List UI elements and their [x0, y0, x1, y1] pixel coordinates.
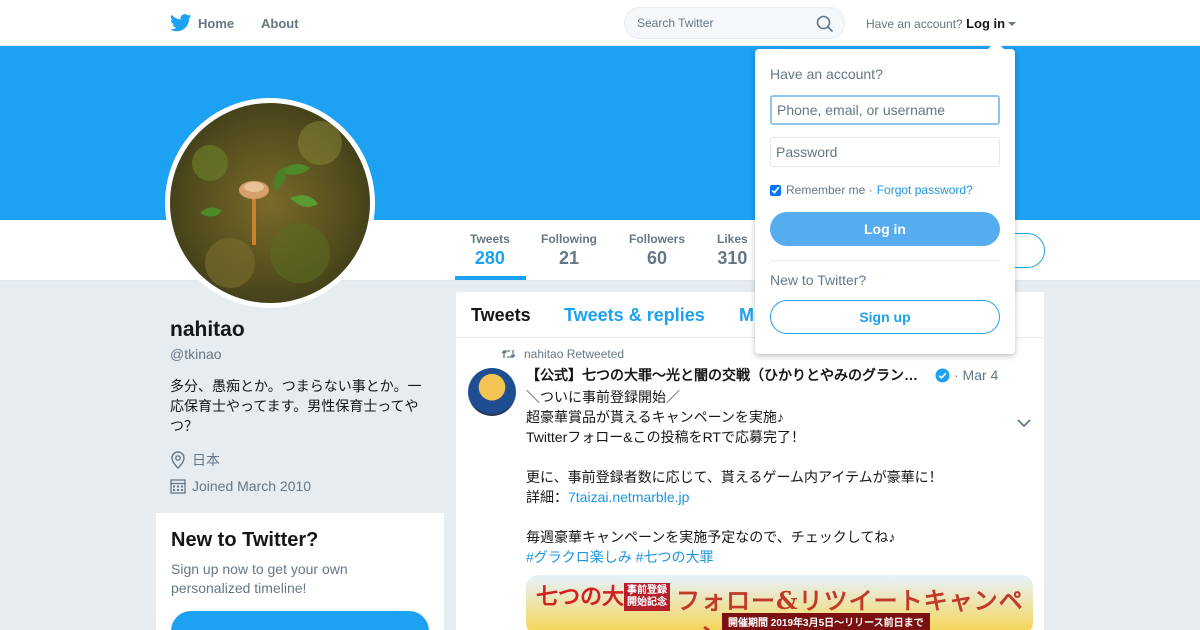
tab-media[interactable]: M — [739, 305, 754, 326]
tweet-author-name[interactable]: 【公式】七つの大罪～光と闇の交戦（ひかりとやみのグランドクロス）～ — [526, 365, 931, 385]
password-field[interactable] — [770, 137, 1000, 167]
tweet-line: ＼ついに事前登録開始／ — [526, 389, 680, 405]
tweet-date[interactable]: · Mar 4 — [954, 367, 998, 383]
profile-name[interactable]: nahitao — [170, 318, 245, 342]
tweet-author-avatar[interactable] — [468, 368, 516, 416]
top-navigation: Home About Search Twitter Have an accoun… — [0, 0, 1200, 46]
search-input[interactable]: Search Twitter — [624, 7, 845, 39]
caret-down-icon — [1008, 22, 1017, 26]
active-stat-underline — [455, 276, 526, 280]
new-card-subtitle: Sign up now to get your own personalized… — [171, 561, 348, 596]
joined-text: Joined March 2010 — [192, 478, 312, 494]
tweet-text: ＼ついに事前登録開始／ 超豪華賞品が貰えるキャンペーンを実施♪ Twitterフ… — [526, 387, 1026, 567]
location-text: 日本 — [192, 452, 220, 468]
tweet-link[interactable]: 7taizai.netmarble.jp — [568, 489, 689, 505]
sidebar-signup-button[interactable] — [171, 611, 429, 630]
profile-location: 日本 — [170, 450, 220, 470]
tweet-line: 超豪華賞品が貰えるキャンペーンを実施♪ — [526, 409, 784, 425]
tweet-detail-prefix: 詳細： — [526, 489, 568, 505]
twitter-bird-icon — [170, 14, 192, 32]
tweet-line: 毎週豪華キャンペーンを実施予定なので、チェックしてね♪ — [526, 529, 896, 545]
stat-value: 60 — [646, 248, 668, 268]
search-placeholder: Search Twitter — [637, 16, 714, 30]
profile-handle[interactable]: @tkinao — [170, 346, 222, 362]
retweet-icon — [501, 350, 516, 358]
stat-following[interactable]: Following 21 — [541, 232, 597, 269]
login-menu[interactable]: Have an account? Log in — [866, 16, 1017, 31]
signup-button[interactable]: Sign up — [770, 300, 1000, 334]
login-dropdown: Have an account? Remember me · Forgot pa… — [755, 41, 1015, 354]
tweet-line: Twitterフォロー&この投稿をRTで応募完了！ — [526, 429, 805, 445]
stat-label: Tweets — [470, 232, 510, 246]
new-to-twitter-card: New to Twitter? Sign up now to get your … — [156, 513, 444, 630]
nav-about-link[interactable]: About — [261, 0, 299, 46]
verified-badge-icon — [935, 367, 950, 383]
tweet-line: 詳細：7taizai.netmarble.jp — [526, 487, 1026, 507]
retweeted-by-text[interactable]: nahitao Retweeted — [524, 347, 624, 361]
nav-home-link[interactable]: Home — [170, 0, 234, 46]
stat-value: 310 — [717, 248, 748, 268]
login-button[interactable]: Log in — [770, 212, 1000, 246]
profile-avatar[interactable] — [165, 98, 375, 308]
stat-likes[interactable]: Likes 310 — [717, 232, 748, 269]
profile-bio: 多分、愚痴とか。つまらない事とか。一応保育士やってます。男性保育士ってやつ？ — [170, 378, 422, 434]
profile-joined: Joined March 2010 — [170, 478, 311, 494]
tweet-header: 【公式】七つの大罪～光と闇の交戦（ひかりとやみのグランドクロス）～ · Mar … — [526, 365, 1026, 385]
dropdown-divider — [770, 260, 1000, 261]
card-subtitle: 開催期間 2019年3月5日～リリース前日まで — [722, 613, 930, 630]
new-to-twitter-text: New to Twitter? — [770, 272, 867, 288]
stat-label: Following — [541, 232, 597, 246]
search-icon[interactable] — [816, 15, 834, 33]
avatar-image — [170, 103, 370, 303]
stat-value: 21 — [558, 248, 580, 268]
retweet-context: nahitao Retweeted — [501, 347, 624, 361]
stat-followers[interactable]: Followers 60 — [629, 232, 685, 269]
username-field[interactable] — [770, 95, 1000, 125]
remember-row: Remember me · Forgot password? — [770, 183, 973, 197]
location-pin-icon — [171, 451, 185, 469]
remember-me-label[interactable]: Remember me — [786, 183, 865, 197]
tab-tweets[interactable]: Tweets — [471, 305, 531, 326]
tweet-media-card[interactable]: 七つの大罪 事前登録開始記念 フォロー&リツイートキャンペーン 開催期間 201… — [526, 575, 1033, 630]
tab-tweets-replies[interactable]: Tweets & replies — [564, 305, 705, 326]
stat-label: Likes — [717, 232, 748, 246]
have-account-text: Have an account? — [866, 17, 963, 31]
forgot-password-link[interactable]: Forgot password? — [877, 183, 973, 197]
calendar-icon — [170, 479, 186, 494]
tweet-line: 更に、事前登録者数に応じて、貰えるゲーム内アイテムが豪華に！ — [526, 469, 943, 485]
dropdown-title: Have an account? — [770, 66, 883, 82]
new-card-title: New to Twitter? — [171, 529, 319, 551]
stat-value: 280 — [474, 248, 505, 268]
stat-tweets[interactable]: Tweets 280 — [470, 232, 510, 269]
tweet-hashtags[interactable]: #グラクロ楽しみ #七つの大罪 — [526, 547, 1026, 567]
remember-me-checkbox[interactable] — [770, 184, 781, 196]
login-toggle[interactable]: Log in — [966, 16, 1005, 31]
remember-separator: · — [868, 183, 873, 197]
card-badge: 事前登録開始記念 — [624, 583, 670, 611]
stat-label: Followers — [629, 232, 686, 246]
nav-home-label: Home — [198, 15, 235, 31]
